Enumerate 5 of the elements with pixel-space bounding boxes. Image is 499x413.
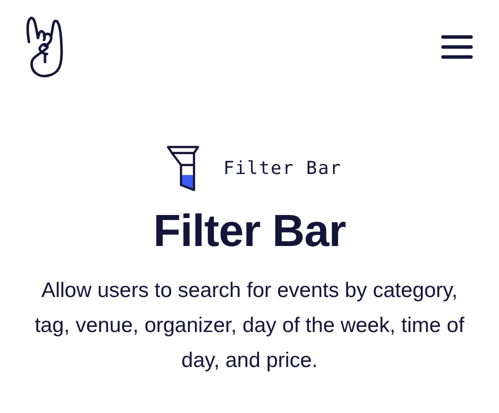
eyebrow-label: Filter Bar — [223, 156, 342, 180]
funnel-icon — [167, 145, 200, 191]
menu-icon[interactable] — [441, 34, 473, 60]
page-heading: Filter Bar — [153, 204, 346, 258]
description-text: Allow users to search for events by category, tag, venue, organizer, day of the week, time of day, and price. — [34, 278, 466, 374]
